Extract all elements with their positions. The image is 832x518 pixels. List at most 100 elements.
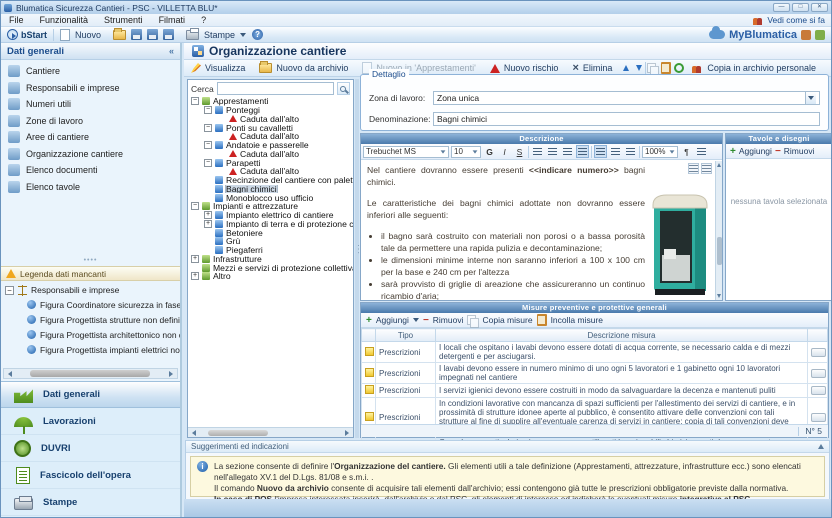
sidebar-item[interactable]: Numeri utili xyxy=(1,96,180,113)
insert-table-button[interactable] xyxy=(695,145,708,158)
scroll-right-icon[interactable] xyxy=(345,430,349,436)
denominazione-input[interactable]: Bagni chimici xyxy=(433,112,820,126)
misura-row[interactable]: Prescrizioni I locali che ospitano i lav… xyxy=(362,342,828,363)
misura-row[interactable]: Prescrizioni I servizi igienici devono e… xyxy=(362,384,828,398)
numbered-list-button[interactable] xyxy=(609,145,622,158)
tree-expander-icon[interactable] xyxy=(204,220,212,228)
tree-node[interactable]: Caduta dall'alto xyxy=(188,115,353,124)
tree-node[interactable]: Grù xyxy=(188,237,353,246)
scroll-left-icon[interactable] xyxy=(192,430,196,436)
sidebar-item[interactable]: Zone di lavoro xyxy=(1,113,180,130)
editor-vertical-scrollbar[interactable] xyxy=(715,161,722,300)
tree-node[interactable]: Impianti e attrezzature xyxy=(188,202,353,211)
tavole-add-button[interactable]: Aggiungi xyxy=(739,146,772,156)
legend-horizontal-scrollbar[interactable] xyxy=(3,368,178,379)
sidebar-item[interactable]: Elenco documenti xyxy=(1,162,180,179)
pilcrow-button[interactable]: ¶ xyxy=(680,145,693,158)
nav-button[interactable]: Stampe xyxy=(1,489,180,516)
save-all-icon[interactable] xyxy=(163,29,174,40)
tree-node[interactable]: Ponti su cavalletti xyxy=(188,123,353,132)
tree-node[interactable]: Caduta dall'alto xyxy=(188,132,353,141)
collapse-panel-icon[interactable] xyxy=(818,444,824,449)
save-icon[interactable] xyxy=(131,29,142,40)
visualizza-button[interactable]: Visualizza xyxy=(184,61,252,76)
dropdown-button[interactable] xyxy=(805,92,816,104)
sidebar-item[interactable]: Elenco tavole xyxy=(1,179,180,196)
bullet-list-button[interactable] xyxy=(594,145,607,158)
menu-item[interactable]: Filmati xyxy=(151,15,194,25)
tree-node[interactable]: Betoniere xyxy=(188,228,353,237)
legend-root-node[interactable]: − Responsabili e imprese xyxy=(5,283,180,297)
print-button[interactable]: Stampe xyxy=(180,30,252,40)
search-button[interactable] xyxy=(337,82,350,95)
edit-row-button[interactable] xyxy=(811,386,826,395)
tree-node[interactable]: Caduta dall'alto xyxy=(188,167,353,176)
nav-button[interactable]: Dati generali xyxy=(1,381,180,408)
copia-misure-button[interactable]: Copia misure xyxy=(482,315,532,325)
tree-node[interactable]: Bagni chimici xyxy=(188,185,353,194)
align-right-button[interactable] xyxy=(561,145,574,158)
sidebar-item[interactable]: Organizzazione cantiere xyxy=(1,146,180,163)
align-justify-button[interactable] xyxy=(576,145,589,158)
help-link[interactable]: Vedi come si fa xyxy=(753,15,831,25)
misure-add-button[interactable]: Aggiungi xyxy=(376,315,409,325)
refresh-button[interactable] xyxy=(672,62,685,75)
search-input[interactable] xyxy=(217,82,334,95)
vertical-splitter[interactable] xyxy=(355,79,359,438)
maximize-button[interactable]: □ xyxy=(792,3,809,12)
scroll-left-icon[interactable] xyxy=(8,371,12,377)
menu-item[interactable]: Funzionalità xyxy=(32,15,97,25)
scrollbar-thumb[interactable] xyxy=(208,430,268,436)
notes-icon[interactable] xyxy=(815,30,825,40)
tree-node[interactable]: Parapetti xyxy=(188,158,353,167)
scrollbar-thumb[interactable] xyxy=(30,370,150,377)
nuovo-da-archivio-button[interactable]: Nuovo da archivio xyxy=(252,61,355,76)
scrollbar-thumb[interactable] xyxy=(717,237,722,265)
paste-button[interactable] xyxy=(659,62,672,75)
layout-tool-button[interactable] xyxy=(701,163,712,174)
new-button[interactable]: Nuovo xyxy=(54,29,107,41)
tree-node[interactable]: Altro xyxy=(188,272,353,281)
tree-node[interactable]: Impianto elettrico di cantiere xyxy=(188,211,353,220)
menu-item[interactable]: Strumenti xyxy=(96,15,151,25)
scroll-up-icon[interactable] xyxy=(717,163,721,167)
tree-node[interactable]: Apprestamenti xyxy=(188,97,353,106)
nav-button[interactable]: Lavorazioni xyxy=(1,408,180,435)
tree-expander-icon[interactable] xyxy=(191,272,199,280)
legend-item[interactable]: Figura Progettista strutture non definit… xyxy=(5,312,180,327)
font-family-select[interactable]: Trebuchet MS xyxy=(363,146,449,158)
tree-expander-icon[interactable] xyxy=(204,159,212,167)
tree-node[interactable]: Piegaferri xyxy=(188,246,353,255)
table-tool-button[interactable] xyxy=(688,163,699,174)
open-folder-icon[interactable] xyxy=(113,30,126,40)
collapse-node-icon[interactable]: − xyxy=(5,286,14,295)
tree-expander-icon[interactable] xyxy=(191,97,199,105)
close-button[interactable]: ✕ xyxy=(811,3,828,12)
help-button[interactable]: ? xyxy=(252,29,263,40)
align-center-button[interactable] xyxy=(546,145,559,158)
tree-expander-icon[interactable] xyxy=(191,202,199,210)
misura-row[interactable]: Prescrizioni I lavabi devono essere in n… xyxy=(362,363,828,384)
align-left-button[interactable] xyxy=(531,145,544,158)
descrizione-column-header[interactable]: Descrizione misura xyxy=(436,329,808,342)
scroll-right-icon[interactable] xyxy=(169,371,173,377)
tree-expander-icon[interactable] xyxy=(204,211,212,219)
legend-item[interactable]: Figura Progettista impianti elettrici no… xyxy=(5,342,180,357)
sidebar-splitter[interactable]: •••• xyxy=(1,257,180,265)
tree-expander-icon[interactable] xyxy=(191,255,199,263)
chevron-down-icon[interactable] xyxy=(413,318,419,322)
save-as-icon[interactable] xyxy=(147,29,158,40)
tree-node[interactable]: Mezzi e servizi di protezione collettiva xyxy=(188,263,353,272)
italic-button[interactable]: I xyxy=(498,145,511,158)
zoom-select[interactable]: 100% xyxy=(642,146,678,158)
nav-button[interactable]: DUVRI xyxy=(1,435,180,462)
descrizione-editor[interactable]: Nel cantiere dovranno essere presenti <<… xyxy=(361,161,715,300)
nav-button[interactable]: Fascicolo dell'opera xyxy=(1,462,180,489)
edit-row-button[interactable] xyxy=(811,413,826,422)
move-up-button[interactable] xyxy=(619,62,632,75)
edit-row-button[interactable] xyxy=(811,369,826,378)
tree-node[interactable]: Impianto di terra e di protezione contro… xyxy=(188,220,353,229)
font-size-select[interactable]: 10 xyxy=(451,146,481,158)
incolla-misure-button[interactable]: Incolla misure xyxy=(551,315,603,325)
move-down-button[interactable] xyxy=(632,62,645,75)
